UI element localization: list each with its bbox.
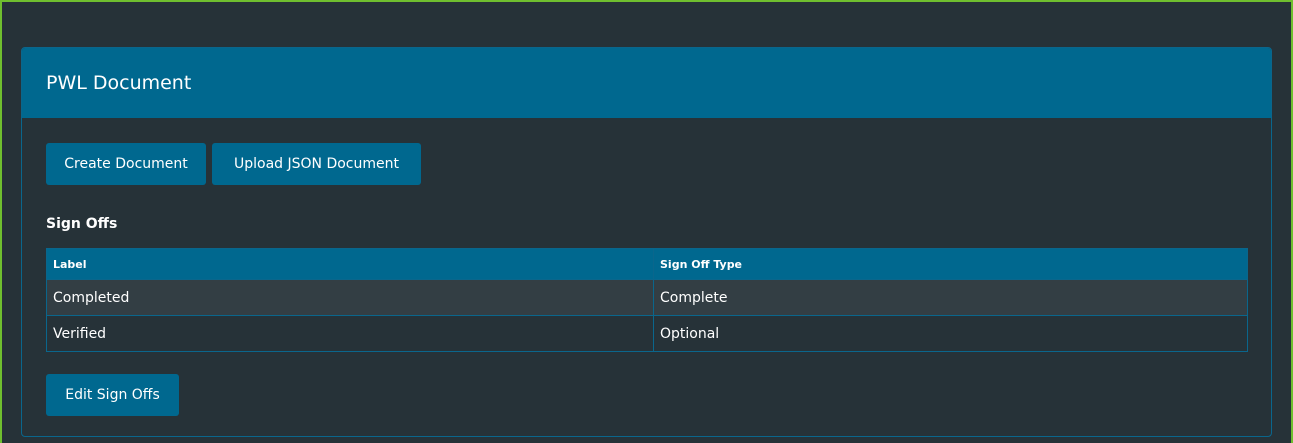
pwl-document-panel: PWL Document Create Document Upload JSON… (21, 47, 1272, 437)
cell-sign-off-type: Complete (653, 279, 1248, 316)
cell-sign-off-type: Optional (653, 315, 1248, 352)
column-header-label[interactable]: Label (46, 248, 654, 280)
table-row[interactable]: Completed Complete (46, 279, 1248, 316)
edit-sign-offs-button[interactable]: Edit Sign Offs (46, 374, 179, 416)
cell-label: Completed (46, 279, 654, 316)
table-row[interactable]: Verified Optional (46, 315, 1248, 352)
table-header-row: Label Sign Off Type (46, 248, 1248, 280)
panel-header: PWL Document (22, 48, 1271, 118)
column-header-sign-off-type[interactable]: Sign Off Type (653, 248, 1248, 280)
sign-offs-table: Label Sign Off Type Completed Complete V… (46, 248, 1248, 352)
panel-title: PWL Document (46, 72, 192, 94)
app-frame: PWL Document Create Document Upload JSON… (0, 0, 1293, 443)
create-document-button[interactable]: Create Document (46, 143, 206, 185)
cell-label: Verified (46, 315, 654, 352)
sign-offs-heading: Sign Offs (46, 216, 118, 232)
upload-json-document-button[interactable]: Upload JSON Document (212, 143, 421, 185)
